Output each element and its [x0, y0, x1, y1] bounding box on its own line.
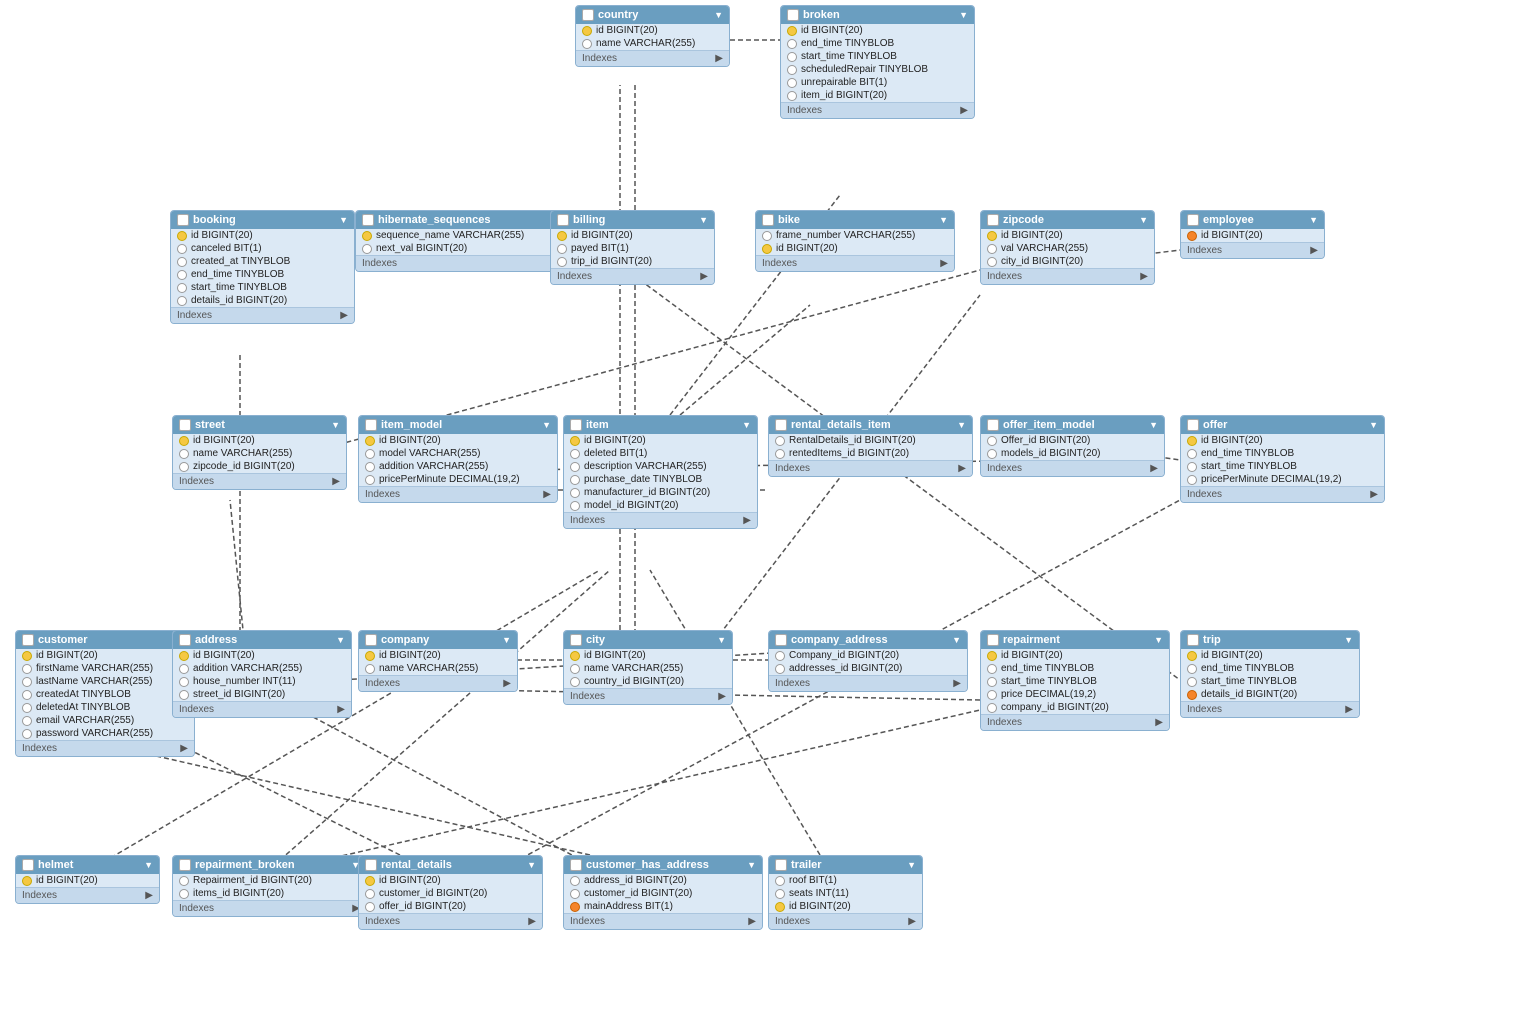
table-header-offer-item-model: offer_item_model ▼ — [981, 416, 1164, 434]
table-customer[interactable]: customer ▼ id BIGINT(20) firstName VARCH… — [15, 630, 195, 757]
table-item-model[interactable]: item_model ▼ id BIGINT(20) model VARCHAR… — [358, 415, 558, 503]
table-header-street: street ▼ — [173, 416, 346, 434]
table-header-broken: broken ▼ — [781, 6, 974, 24]
table-company[interactable]: company ▼ id BIGINT(20) name VARCHAR(255… — [358, 630, 518, 692]
indexes-repairment[interactable]: Indexes ▶ — [981, 714, 1169, 730]
table-header-city: city ▼ — [564, 631, 732, 649]
table-header-booking: booking ▼ — [171, 211, 354, 229]
table-header-rental-details: rental_details ▼ — [359, 856, 542, 874]
table-header-repairment-broken: repairment_broken ▼ — [173, 856, 366, 874]
table-customer-has-address[interactable]: customer_has_address ▼ address_id BIGINT… — [563, 855, 763, 930]
indexes-customer-has-address[interactable]: Indexes ▶ — [564, 913, 762, 929]
table-header-employee: employee ▼ — [1181, 211, 1324, 229]
indexes-customer[interactable]: Indexes ▶ — [16, 740, 194, 756]
table-header-company-address: company_address ▼ — [769, 631, 967, 649]
table-street[interactable]: street ▼ id BIGINT(20) name VARCHAR(255)… — [172, 415, 347, 490]
indexes-rental-details[interactable]: Indexes ▶ — [359, 913, 542, 929]
field-country-name: name VARCHAR(255) — [576, 37, 729, 50]
indexes-item[interactable]: Indexes ▶ — [564, 512, 757, 528]
table-hibernate-sequences[interactable]: hibernate_sequences ▼ sequence_name VARC… — [355, 210, 565, 272]
indexes-street[interactable]: Indexes ▶ — [173, 473, 346, 489]
indexes-address[interactable]: Indexes ▶ — [173, 701, 351, 717]
table-address[interactable]: address ▼ id BIGINT(20) addition VARCHAR… — [172, 630, 352, 718]
indexes-helmet[interactable]: Indexes ▶ — [16, 887, 159, 903]
table-company-address[interactable]: company_address ▼ Company_id BIGINT(20) … — [768, 630, 968, 692]
field-country-id: id BIGINT(20) — [576, 24, 729, 37]
table-header-trip: trip ▼ — [1181, 631, 1359, 649]
table-header-customer: customer ▼ — [16, 631, 194, 649]
table-header-billing: billing ▼ — [551, 211, 714, 229]
table-header-repairment: repairment ▼ — [981, 631, 1169, 649]
table-icon-broken — [787, 9, 799, 21]
table-repairment[interactable]: repairment ▼ id BIGINT(20) end_time TINY… — [980, 630, 1170, 731]
table-header-offer: offer ▼ — [1181, 416, 1384, 434]
field-broken-end_time: end_time TINYBLOB — [781, 37, 974, 50]
table-header-rental-details-item: rental_details_item ▼ — [769, 416, 972, 434]
table-city[interactable]: city ▼ id BIGINT(20) name VARCHAR(255) c… — [563, 630, 733, 705]
indexes-billing[interactable]: Indexes ▶ — [551, 268, 714, 284]
indexes-country[interactable]: Indexes ▶ — [576, 50, 729, 66]
table-trip[interactable]: trip ▼ id BIGINT(20) end_time TINYBLOB s… — [1180, 630, 1360, 718]
table-header-customer-has-address: customer_has_address ▼ — [564, 856, 762, 874]
indexes-rental-details-item[interactable]: Indexes ▶ — [769, 460, 972, 476]
table-header-hibernate: hibernate_sequences ▼ — [356, 211, 564, 229]
table-offer-item-model[interactable]: offer_item_model ▼ Offer_id BIGINT(20) m… — [980, 415, 1165, 477]
table-billing[interactable]: billing ▼ id BIGINT(20) payed BIT(1) tri… — [550, 210, 715, 285]
table-icon-country — [582, 9, 594, 21]
dot-icon — [582, 39, 592, 49]
table-header-bike: bike ▼ — [756, 211, 954, 229]
field-broken-item_id: item_id BIGINT(20) — [781, 89, 974, 102]
erd-diagram: country ▼ id BIGINT(20) name VARCHAR(255… — [0, 0, 1516, 1023]
table-broken[interactable]: broken ▼ id BIGINT(20) end_time TINYBLOB… — [780, 5, 975, 119]
indexes-trip[interactable]: Indexes ▶ — [1181, 701, 1359, 717]
indexes-bike[interactable]: Indexes ▶ — [756, 255, 954, 271]
table-helmet[interactable]: helmet ▼ id BIGINT(20) Indexes ▶ — [15, 855, 160, 904]
table-employee[interactable]: employee ▼ id BIGINT(20) Indexes ▶ — [1180, 210, 1325, 259]
table-offer[interactable]: offer ▼ id BIGINT(20) end_time TINYBLOB … — [1180, 415, 1385, 503]
indexes-hibernate[interactable]: Indexes ▶ — [356, 255, 564, 271]
table-header-item-model: item_model ▼ — [359, 416, 557, 434]
table-header-zipcode: zipcode ▼ — [981, 211, 1154, 229]
field-broken-scheduledRepair: scheduledRepair TINYBLOB — [781, 63, 974, 76]
indexes-employee[interactable]: Indexes ▶ — [1181, 242, 1324, 258]
table-booking[interactable]: booking ▼ id BIGINT(20) canceled BIT(1) … — [170, 210, 355, 324]
table-repairment-broken[interactable]: repairment_broken ▼ Repairment_id BIGINT… — [172, 855, 367, 917]
indexes-item-model[interactable]: Indexes ▶ — [359, 486, 557, 502]
table-zipcode[interactable]: zipcode ▼ id BIGINT(20) val VARCHAR(255)… — [980, 210, 1155, 285]
indexes-repairment-broken[interactable]: Indexes ▶ — [173, 900, 366, 916]
table-bike[interactable]: bike ▼ frame_number VARCHAR(255) id BIGI… — [755, 210, 955, 272]
table-header-country: country ▼ — [576, 6, 729, 24]
indexes-company[interactable]: Indexes ▶ — [359, 675, 517, 691]
indexes-trailer[interactable]: Indexes ▶ — [769, 913, 922, 929]
table-rental-details-item[interactable]: rental_details_item ▼ RentalDetails_id B… — [768, 415, 973, 477]
indexes-broken[interactable]: Indexes ▶ — [781, 102, 974, 118]
table-header-helmet: helmet ▼ — [16, 856, 159, 874]
table-item[interactable]: item ▼ id BIGINT(20) deleted BIT(1) desc… — [563, 415, 758, 529]
key-icon — [582, 26, 592, 36]
table-header-address: address ▼ — [173, 631, 351, 649]
indexes-booking[interactable]: Indexes ▶ — [171, 307, 354, 323]
table-rental-details[interactable]: rental_details ▼ id BIGINT(20) customer_… — [358, 855, 543, 930]
indexes-offer[interactable]: Indexes ▶ — [1181, 486, 1384, 502]
field-broken-start_time: start_time TINYBLOB — [781, 50, 974, 63]
indexes-company-address[interactable]: Indexes ▶ — [769, 675, 967, 691]
table-trailer[interactable]: trailer ▼ roof BIT(1) seats INT(11) id B… — [768, 855, 923, 930]
table-header-trailer: trailer ▼ — [769, 856, 922, 874]
indexes-zipcode[interactable]: Indexes ▶ — [981, 268, 1154, 284]
indexes-offer-item-model[interactable]: Indexes ▶ — [981, 460, 1164, 476]
table-country[interactable]: country ▼ id BIGINT(20) name VARCHAR(255… — [575, 5, 730, 67]
table-header-company: company ▼ — [359, 631, 517, 649]
field-broken-unrepairable: unrepairable BIT(1) — [781, 76, 974, 89]
table-header-item: item ▼ — [564, 416, 757, 434]
indexes-city[interactable]: Indexes ▶ — [564, 688, 732, 704]
field-broken-id: id BIGINT(20) — [781, 24, 974, 37]
